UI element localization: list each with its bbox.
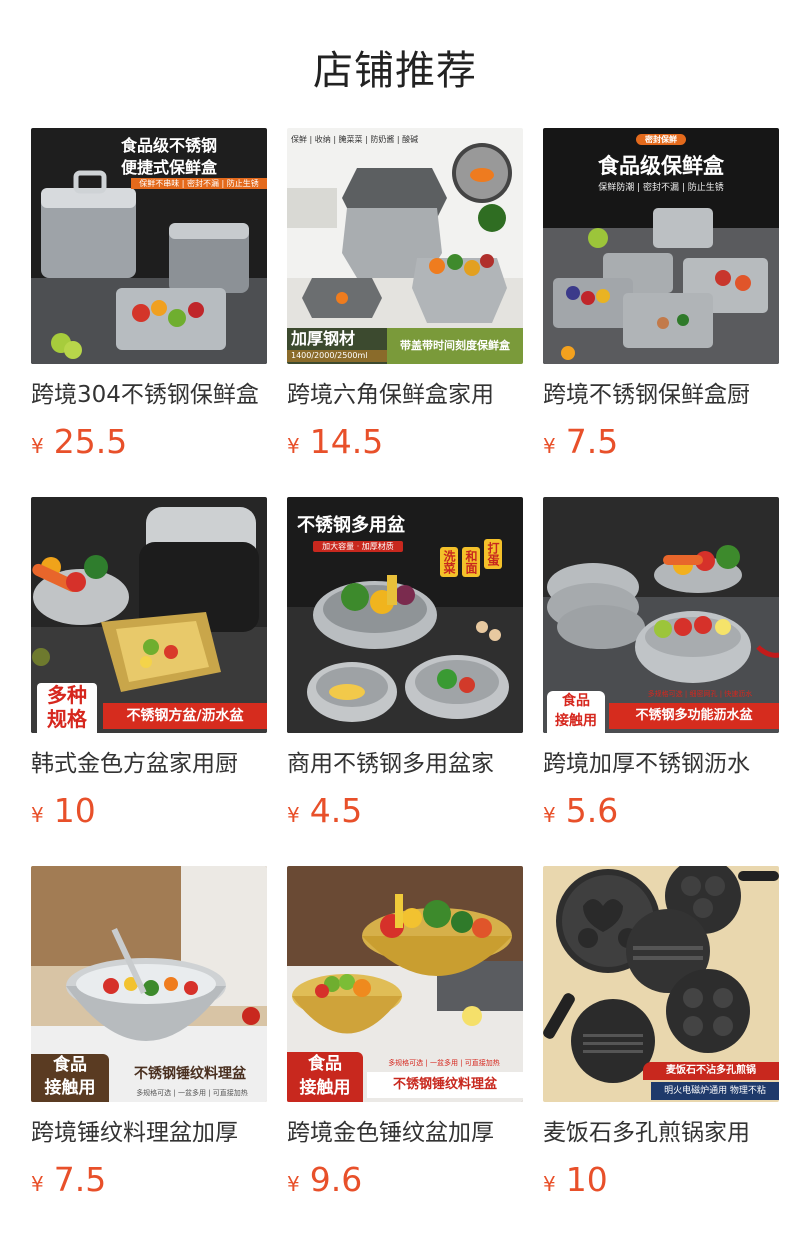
product-title[interactable]: 麦饭石多孔煎锅家用	[543, 1116, 779, 1150]
product-image[interactable]: 食品级不锈钢 便捷式保鲜盒 保鲜不串味 | 密封不漏 | 防止生锈	[31, 128, 267, 364]
image-badge: 多种 规格	[37, 683, 97, 733]
price-value: 4.5	[309, 791, 363, 830]
price-value: 10	[565, 1160, 608, 1199]
image-banner-text: 带盖带时间刻度保鲜盒	[387, 328, 523, 364]
image-badge-line2: 接触用	[299, 1078, 351, 1098]
price-value: 5.6	[565, 791, 619, 830]
product-title[interactable]: 跨境锤纹料理盆加厚	[31, 1116, 267, 1150]
currency-symbol: ¥	[31, 803, 44, 827]
product-grid: 食品级不锈钢 便捷式保鲜盒 保鲜不串味 | 密封不漏 | 防止生锈 跨境304不…	[31, 128, 779, 1215]
image-pill: 密封保鲜	[636, 134, 686, 145]
image-banner-line1: 麦饭石不沾多孔煎锅	[643, 1062, 779, 1080]
image-badge-line2: 规格	[47, 707, 87, 731]
image-banner-text: 不锈钢锤纹料理盆	[367, 1072, 523, 1098]
image-badge: 食品 接触用	[31, 1054, 109, 1102]
image-badge-line2: 接触用	[555, 713, 597, 729]
image-badge: 食品 接触用	[287, 1052, 363, 1102]
product-price: ¥ 5.6	[543, 791, 779, 830]
product-price: ¥ 7.5	[31, 1160, 267, 1199]
image-badge-line2: 接触用	[44, 1078, 96, 1098]
product-card[interactable]: 密封保鲜 食品级保鲜盒 保鲜防潮 | 密封不漏 | 防止生锈 跨境不锈钢保鲜盒厨…	[543, 128, 779, 477]
image-banner-text: 不锈钢锤纹料理盆	[134, 1066, 246, 1082]
product-title[interactable]: 跨境六角保鲜盒家用	[287, 378, 523, 412]
image-badge: 加厚钢材	[291, 329, 356, 348]
product-image[interactable]: 多种 规格 不锈钢方盆/沥水盆	[31, 497, 267, 733]
currency-symbol: ¥	[543, 1172, 556, 1196]
shop-recommend-page: 店铺推荐 食品级不锈钢 便捷式保鲜盒 保鲜不串味 | 密封不漏 | 防止生锈 跨…	[0, 0, 790, 1234]
image-badge-line1: 食品	[308, 1054, 342, 1074]
image-banner-text: 不锈钢多功能沥水盆	[609, 703, 779, 729]
product-price: ¥ 14.5	[287, 422, 523, 461]
image-badge: 食品 接触用	[547, 691, 605, 733]
product-card[interactable]: 保鲜 | 收纳 | 腌菜菜 | 防奶酱 | 酸碱 加厚钢材 1400/2000/…	[287, 128, 523, 477]
image-tag-wash: 洗菜	[440, 547, 458, 577]
product-image[interactable]: 密封保鲜 食品级保鲜盒 保鲜防潮 | 密封不漏 | 防止生锈	[543, 128, 779, 364]
product-title[interactable]: 跨境304不锈钢保鲜盒	[31, 378, 267, 412]
product-card[interactable]: 多规格可选 | 细密网孔 | 快速沥水 食品 接触用 不锈钢多功能沥水盆 跨境加…	[543, 497, 779, 846]
image-banner-line2: 明火电磁炉通用 物理不粘	[651, 1082, 779, 1100]
image-tag-dough: 和面	[462, 547, 480, 577]
image-banner-text: 不锈钢方盆/沥水盆	[103, 703, 267, 729]
image-headline: 不锈钢多用盆	[297, 515, 405, 536]
currency-symbol: ¥	[287, 434, 300, 458]
product-card[interactable]: 不锈钢多用盆 加大容量 · 加厚材质 洗菜 和面 打蛋 商用不锈钢多用盆家 ¥ …	[287, 497, 523, 846]
product-title[interactable]: 跨境不锈钢保鲜盒厨	[543, 378, 779, 412]
price-value: 14.5	[309, 422, 384, 461]
product-image[interactable]: 保鲜 | 收纳 | 腌菜菜 | 防奶酱 | 酸碱 加厚钢材 1400/2000/…	[287, 128, 523, 364]
image-tagline: 保鲜不串味 | 密封不漏 | 防止生锈	[131, 178, 267, 189]
product-title[interactable]: 跨境加厚不锈钢沥水	[543, 747, 779, 781]
currency-symbol: ¥	[31, 1172, 44, 1196]
product-price: ¥ 9.6	[287, 1160, 523, 1199]
price-value: 9.6	[309, 1160, 363, 1199]
product-card[interactable]: 麦饭石不沾多孔煎锅 明火电磁炉通用 物理不粘 麦饭石多孔煎锅家用 ¥ 10	[543, 866, 779, 1215]
currency-symbol: ¥	[543, 434, 556, 458]
product-card[interactable]: 多规格可选 | 一盆多用 | 可直接加热 食品 接触用 不锈钢锤纹料理盆 跨境锤…	[31, 866, 267, 1215]
page-title: 店铺推荐	[313, 48, 477, 94]
image-headline: 食品级不锈钢	[120, 136, 217, 155]
image-topline: 多规格可选 | 一盆多用 | 可直接加热	[136, 1089, 248, 1097]
product-price: ¥ 7.5	[543, 422, 779, 461]
currency-symbol: ¥	[287, 1172, 300, 1196]
product-image[interactable]: 多规格可选 | 一盆多用 | 可直接加热 食品 接触用 不锈钢锤纹料理盆	[287, 866, 523, 1102]
product-image[interactable]: 多规格可选 | 细密网孔 | 快速沥水 食品 接触用 不锈钢多功能沥水盆	[543, 497, 779, 733]
product-card[interactable]: 多种 规格 不锈钢方盆/沥水盆 韩式金色方盆家用厨 ¥ 10	[31, 497, 267, 846]
currency-symbol: ¥	[543, 803, 556, 827]
product-price: ¥ 4.5	[287, 791, 523, 830]
product-title[interactable]: 商用不锈钢多用盆家	[287, 747, 523, 781]
price-value: 7.5	[565, 422, 619, 461]
image-headline: 食品级保鲜盒	[598, 154, 724, 178]
price-value: 7.5	[53, 1160, 107, 1199]
product-image[interactable]: 麦饭石不沾多孔煎锅 明火电磁炉通用 物理不粘	[543, 866, 779, 1102]
currency-symbol: ¥	[287, 803, 300, 827]
product-price: ¥ 25.5	[31, 422, 267, 461]
product-price: ¥ 10	[543, 1160, 779, 1199]
image-topline: 保鲜 | 收纳 | 腌菜菜 | 防奶酱 | 酸碱	[291, 135, 419, 144]
image-badge-line1: 多种	[47, 683, 87, 707]
image-sizes: 1400/2000/2500ml	[287, 350, 387, 362]
image-tag-egg: 打蛋	[484, 539, 502, 569]
image-subheadline: 便捷式保鲜盒	[120, 158, 217, 177]
image-banner: 加厚钢材 1400/2000/2500ml 带盖带时间刻度保鲜盒	[287, 328, 523, 364]
image-badge-line1: 食品	[53, 1055, 87, 1075]
price-value: 25.5	[53, 422, 128, 461]
price-value: 10	[53, 791, 96, 830]
image-subheadline: 加大容量 · 加厚材质	[313, 541, 403, 552]
image-topline: 多规格可选 | 一盆多用 | 可直接加热	[388, 1059, 500, 1067]
currency-symbol: ¥	[31, 434, 44, 458]
product-image[interactable]: 多规格可选 | 一盆多用 | 可直接加热 食品 接触用 不锈钢锤纹料理盆	[31, 866, 267, 1102]
product-title[interactable]: 跨境金色锤纹盆加厚	[287, 1116, 523, 1150]
product-card[interactable]: 食品级不锈钢 便捷式保鲜盒 保鲜不串味 | 密封不漏 | 防止生锈 跨境304不…	[31, 128, 267, 477]
product-image[interactable]: 不锈钢多用盆 加大容量 · 加厚材质 洗菜 和面 打蛋	[287, 497, 523, 733]
image-topline: 多规格可选 | 细密网孔 | 快速沥水	[647, 690, 753, 698]
product-title[interactable]: 韩式金色方盆家用厨	[31, 747, 267, 781]
product-price: ¥ 10	[31, 791, 267, 830]
image-badge-line1: 食品	[562, 693, 590, 709]
product-card[interactable]: 多规格可选 | 一盆多用 | 可直接加热 食品 接触用 不锈钢锤纹料理盆 跨境金…	[287, 866, 523, 1215]
image-tagline: 保鲜防潮 | 密封不漏 | 防止生锈	[598, 183, 724, 193]
